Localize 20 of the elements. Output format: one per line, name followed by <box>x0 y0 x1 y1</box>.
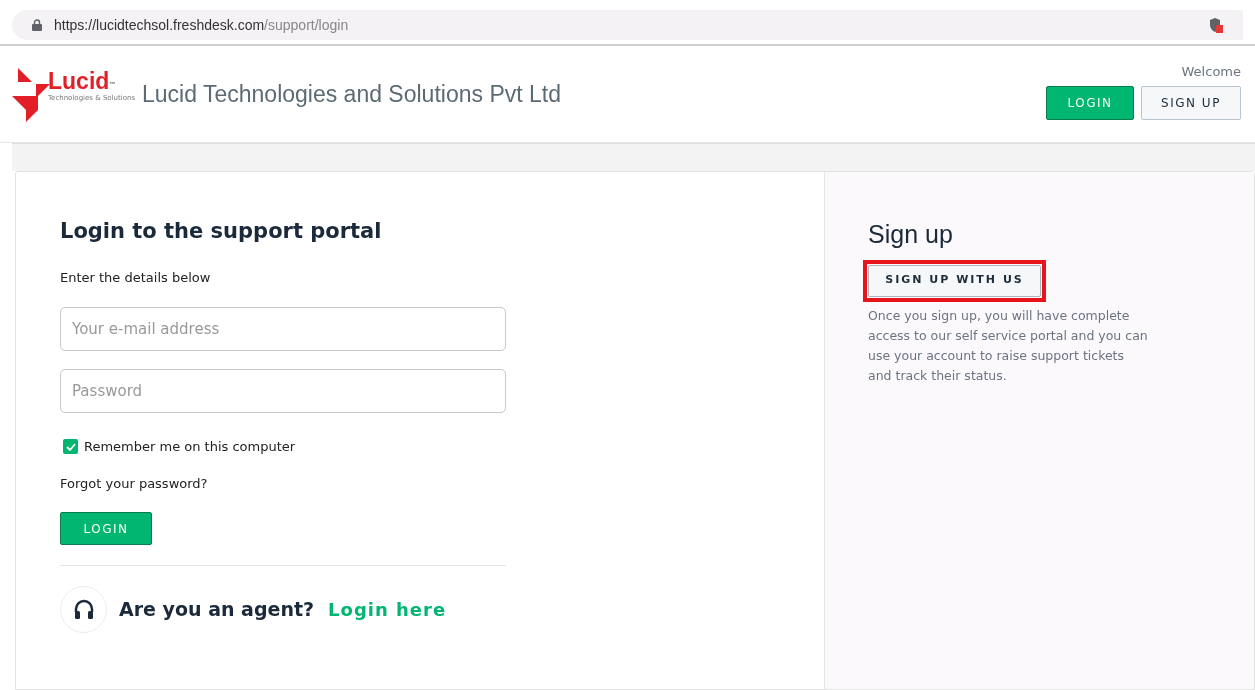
signup-description: Once you sign up, you will have complete access to our self service portal and you can use your account to raise support tickets and track their status. <box>868 306 1148 385</box>
password-field[interactable]: Password <box>60 369 506 413</box>
remember-checkbox[interactable] <box>63 439 78 455</box>
agent-question: Are you an agent? <box>119 597 315 623</box>
lock-icon <box>32 19 42 31</box>
logo-wordmark: Lucid$^{™}$ <box>48 70 116 94</box>
welcome-text: Welcome <box>1181 62 1241 81</box>
login-title: Login to the support portal <box>60 218 383 245</box>
address-bar[interactable]: https://lucidtechsol.freshdesk.com/support/login <box>12 10 1243 40</box>
sign-up-with-us-button[interactable]: SIGN UP WITH US <box>868 264 1041 297</box>
login-subtitle: Enter the details below <box>60 268 212 287</box>
signup-title: Sign up <box>868 219 954 250</box>
sign-up-button[interactable]: SIGN UP <box>1141 86 1241 121</box>
headset-icon <box>72 598 95 621</box>
remember-label: Remember me on this computer <box>84 438 296 456</box>
email-field[interactable]: Your e-mail address <box>60 307 506 351</box>
shield-icon[interactable] <box>1209 17 1223 33</box>
forgot-password-link[interactable]: Forgot your password? <box>60 473 208 493</box>
url-text: https://lucidtechsol.freshdesk.com/support/login <box>54 15 349 35</box>
company-name: Lucid Technologies and Solutions Pvt Ltd <box>142 79 561 109</box>
